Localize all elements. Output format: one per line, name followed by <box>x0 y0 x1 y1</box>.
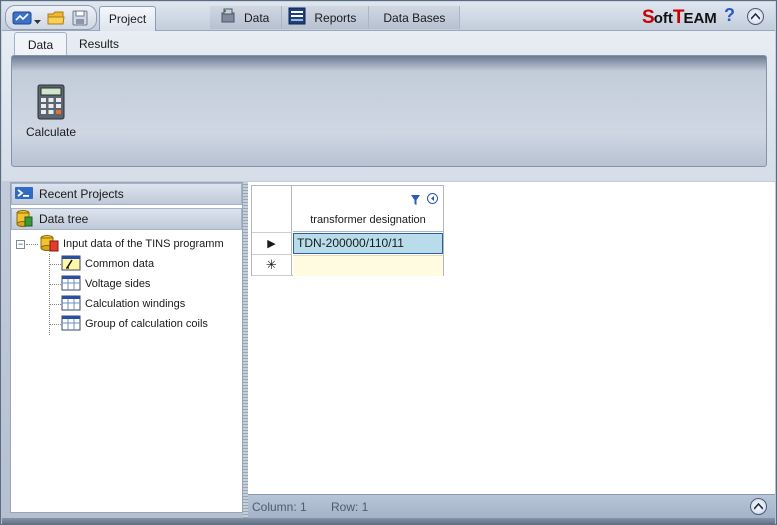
recent-projects-header[interactable]: Recent Projects <box>11 183 242 205</box>
tree-item-group-of-calculation-coils[interactable]: Group of calculation coils <box>61 315 208 333</box>
ribbon-tab-results[interactable]: Results <box>74 32 124 56</box>
module-tab-data-label: Data <box>244 10 270 25</box>
quick-access-toolbar <box>5 5 97 30</box>
tree-item-label: Voltage sides <box>85 278 151 290</box>
status-collapse-button[interactable] <box>750 498 767 515</box>
data-tree-label: Data tree <box>39 212 89 226</box>
table-icon <box>61 275 81 294</box>
help-icon[interactable]: ? <box>724 5 735 26</box>
data-tree-icon <box>15 209 33 230</box>
chevron-up-icon <box>751 13 760 20</box>
column-header[interactable]: transformer designation <box>293 186 443 232</box>
recent-projects-label: Recent Projects <box>39 187 124 201</box>
module-tabs: Data Reports Data Bases <box>210 6 461 29</box>
calculate-button-label: Calculate <box>25 125 77 139</box>
window-bottom-border <box>2 518 775 525</box>
top-bar: Project Data Reports Data Bases SoftTEAM… <box>2 2 775 32</box>
tree-item-voltage-sides[interactable]: Voltage sides <box>61 275 150 293</box>
module-tab-reports[interactable]: Reports <box>282 6 370 29</box>
data-icon <box>220 8 236 27</box>
dropdown-arrow-icon[interactable] <box>34 14 41 28</box>
data-grid: transformer designation ▶ TDN-200000/110… <box>251 185 444 276</box>
new-row-indicator[interactable]: ✳ <box>252 255 292 276</box>
tree-item-root[interactable]: Input data of the TINS programm <box>39 234 224 255</box>
module-tab-data[interactable]: Data <box>210 6 283 29</box>
column-header-label: transformer designation <box>310 214 426 226</box>
status-row: Row: 1 <box>331 500 369 514</box>
status-bar: Column: 1 Row: 1 <box>248 494 775 518</box>
tree-item-label: Group of calculation coils <box>85 318 208 330</box>
app-window: Project Data Reports Data Bases SoftTEAM… <box>0 0 777 525</box>
tree-item-calculation-windings[interactable]: Calculation windings <box>61 295 185 313</box>
open-folder-icon[interactable] <box>47 10 65 29</box>
collapse-ribbon-button[interactable] <box>747 8 764 25</box>
database-icon <box>39 234 59 255</box>
app-menu-icon[interactable] <box>12 10 32 29</box>
reports-icon <box>288 7 306 28</box>
filter-icon[interactable] <box>411 194 420 208</box>
tree-collapse-toggle[interactable]: − <box>16 240 25 249</box>
ribbon-panel: Calculate <box>11 55 767 167</box>
tree-item-root-label: Input data of the TINS programm <box>63 238 224 250</box>
data-tree-header[interactable]: Data tree <box>11 208 242 230</box>
tree-item-label: Calculation windings <box>85 298 186 310</box>
calculator-icon <box>37 84 65 123</box>
current-row-indicator[interactable]: ▶ <box>252 233 292 255</box>
save-icon[interactable] <box>72 10 88 29</box>
grid-corner <box>252 186 292 233</box>
right-pane: transformer designation ▶ TDN-200000/110… <box>248 182 775 494</box>
table-icon <box>61 315 81 334</box>
table-icon <box>61 295 81 314</box>
grid-new-row-cell[interactable] <box>293 255 443 276</box>
left-pane: Recent Projects Data tree − Input data o… <box>10 182 243 513</box>
grid-cell-transformer-designation[interactable]: TDN-200000/110/11 <box>293 233 443 254</box>
ribbon: Data Results Calculate <box>2 31 775 181</box>
pin-column-icon[interactable] <box>427 193 438 207</box>
module-tab-reports-label: Reports <box>314 10 357 25</box>
calculate-button[interactable]: Calculate <box>21 84 81 144</box>
common-data-icon <box>61 255 81 274</box>
tree-item-label: Common data <box>85 258 155 270</box>
softeam-logo: SoftTEAM <box>642 7 717 28</box>
chevron-up-icon <box>754 503 763 510</box>
module-tab-data-bases-label: Data Bases <box>383 10 446 25</box>
module-tab-data-bases[interactable]: Data Bases <box>369 6 461 29</box>
tab-project[interactable]: Project <box>99 6 156 32</box>
ribbon-tab-data[interactable]: Data <box>14 32 67 56</box>
status-column: Column: 1 <box>252 500 307 514</box>
recent-projects-icon <box>15 186 33 203</box>
tree-item-common-data[interactable]: Common data <box>61 255 154 273</box>
